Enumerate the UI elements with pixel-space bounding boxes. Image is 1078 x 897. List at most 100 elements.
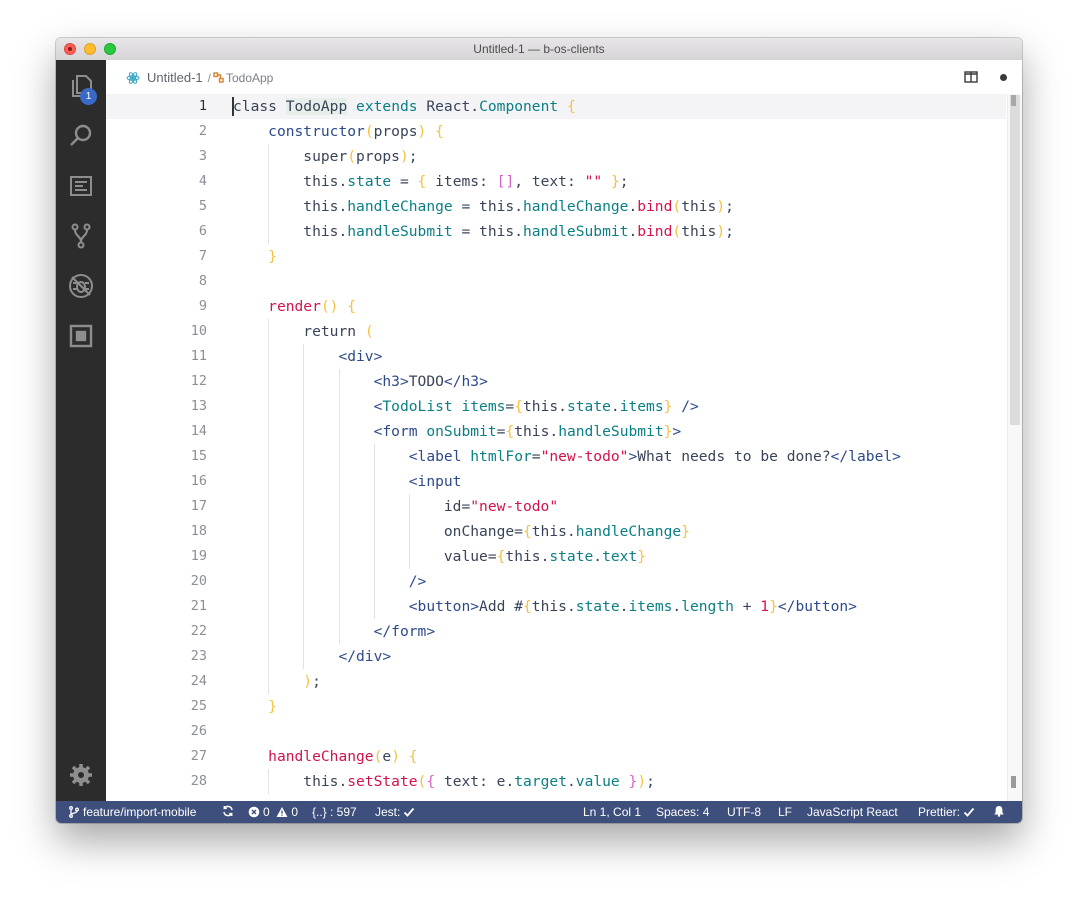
code-line[interactable]: 9 render() { <box>106 294 1006 319</box>
split-editor-icon[interactable] <box>964 71 978 83</box>
activity-search[interactable] <box>56 113 106 159</box>
activity-source-control[interactable] <box>56 213 106 259</box>
code-line[interactable]: 18 onChange={this.handleChange} <box>106 519 1006 544</box>
code-text: } <box>268 698 277 715</box>
line-number: 20 <box>190 573 207 589</box>
status-notifications[interactable] <box>993 805 1008 817</box>
code-line[interactable]: 25 } <box>106 694 1006 719</box>
code-line[interactable]: 8 <box>106 269 1006 294</box>
line-number: 11 <box>190 348 207 364</box>
error-count: 0 <box>263 805 270 819</box>
breadcrumb-file[interactable]: Untitled-1 <box>147 70 203 85</box>
code-line[interactable]: 6 this.handleSubmit = this.handleSubmit.… <box>106 219 1006 244</box>
scrollbar-thumb[interactable] <box>1010 95 1020 425</box>
line-number: 25 <box>190 698 207 714</box>
code-text: return ( <box>303 323 374 340</box>
code-line[interactable]: 23 </div> <box>106 644 1006 669</box>
code-line[interactable]: 11 <div> <box>106 344 1006 369</box>
title-bar: Untitled-1 — b-os-clients <box>56 38 1022 61</box>
class-symbol-icon <box>213 72 224 83</box>
code-text: } <box>268 248 277 265</box>
window-title: Untitled-1 — b-os-clients <box>473 42 605 56</box>
code-line[interactable]: 19 value={this.state.text} <box>106 544 1006 569</box>
code-text: ); <box>303 673 321 690</box>
line-number: 18 <box>190 523 207 539</box>
status-selection[interactable]: {..} : 597 <box>312 805 357 819</box>
code-line[interactable]: 27 handleChange(e) { <box>106 744 1006 769</box>
code-line[interactable]: 26 <box>106 719 1006 744</box>
editor-window: Untitled-1 — b-os-clients 1 Untitled-1 /… <box>56 38 1022 823</box>
breadcrumb-bar: Untitled-1 / TodoApp <box>106 60 1022 94</box>
code-line[interactable]: 5 this.handleChange = this.handleChange.… <box>106 194 1006 219</box>
activity-settings[interactable] <box>56 752 106 798</box>
status-branch[interactable]: feature/import-mobile <box>68 805 196 819</box>
code-text: class TodoApp extends React.Component { <box>233 98 576 115</box>
code-text: <label htmlFor="new-todo">What needs to … <box>408 448 901 465</box>
code-text: </div> <box>338 648 392 665</box>
vertical-scrollbar[interactable] <box>1007 94 1022 801</box>
status-encoding[interactable]: UTF-8 <box>727 805 761 819</box>
code-line[interactable]: 4 this.state = { items: [], text: "" }; <box>106 169 1006 194</box>
status-eol[interactable]: LF <box>778 805 792 819</box>
status-problems[interactable]: 0 0 <box>248 805 298 819</box>
activity-debug[interactable] <box>56 263 106 309</box>
code-text: constructor(props) { <box>268 123 444 140</box>
breadcrumb-symbol-label: TodoApp <box>225 70 274 85</box>
code-line[interactable]: 28 this.setState({ text: e.target.value … <box>106 769 1006 794</box>
overview-ruler-mark <box>1011 776 1016 788</box>
activity-bar: 1 <box>56 60 106 801</box>
line-number: 8 <box>198 273 207 289</box>
line-number: 17 <box>190 498 207 514</box>
code-text: this.state = { items: [], text: "" }; <box>303 173 629 190</box>
status-cursor-position[interactable]: Ln 1, Col 1 <box>583 805 641 819</box>
code-line[interactable]: 1 class TodoApp extends React.Component { <box>106 94 1006 119</box>
breadcrumb-symbol[interactable]: TodoApp <box>213 71 273 85</box>
code-line[interactable]: 15 <label htmlFor="new-todo">What needs … <box>106 444 1006 469</box>
line-number: 27 <box>190 748 207 764</box>
search-icon <box>70 124 92 146</box>
prettier-label: Prettier: <box>918 805 961 819</box>
status-jest[interactable]: Jest: <box>375 805 418 819</box>
status-bar: feature/import-mobile 0 0 {..} : 597 Jes… <box>56 801 1022 823</box>
code-text: /> <box>408 573 427 590</box>
sync-icon <box>223 805 233 817</box>
code-line[interactable]: 22 </form> <box>106 619 1006 644</box>
code-line[interactable]: 16 <input <box>106 469 1006 494</box>
line-number: 14 <box>190 423 207 439</box>
code-line[interactable]: 21 <button>Add #{this.state.items.length… <box>106 594 1006 619</box>
line-number: 4 <box>198 173 207 189</box>
status-indentation[interactable]: Spaces: 4 <box>656 805 709 819</box>
line-number: 26 <box>190 723 207 739</box>
code-text: <div> <box>338 348 383 365</box>
line-number: 19 <box>190 548 207 564</box>
git-branch-icon <box>69 806 79 818</box>
code-line[interactable]: 20 /> <box>106 569 1006 594</box>
activity-explorer[interactable]: 1 <box>56 63 106 109</box>
activity-extensions[interactable] <box>56 313 106 359</box>
gear-icon <box>70 764 92 786</box>
activity-outline[interactable] <box>56 163 106 209</box>
code-editor[interactable]: 1 class TodoApp extends React.Component {… <box>106 94 1022 801</box>
code-line[interactable]: 10 return ( <box>106 319 1006 344</box>
line-number: 24 <box>190 673 207 689</box>
unsaved-changes-dot[interactable] <box>1000 74 1007 81</box>
check-icon <box>404 807 415 817</box>
warning-icon <box>276 807 288 817</box>
bug-icon <box>69 274 93 298</box>
warning-count: 0 <box>291 805 299 819</box>
code-line[interactable]: 24 ); <box>106 669 1006 694</box>
status-sync[interactable] <box>222 805 237 817</box>
code-line[interactable]: 3 super(props); <box>106 144 1006 169</box>
code-text: value={this.state.text} <box>443 548 647 565</box>
code-line[interactable]: 12 <h3>TODO</h3> <box>106 369 1006 394</box>
code-line[interactable]: 7 } <box>106 244 1006 269</box>
git-branch-icon <box>71 223 91 249</box>
code-line[interactable]: 17 id="new-todo" <box>106 494 1006 519</box>
status-prettier[interactable]: Prettier: <box>918 805 978 819</box>
bell-icon <box>994 806 1004 817</box>
line-number: 10 <box>190 323 207 339</box>
code-line[interactable]: 2 constructor(props) { <box>106 119 1006 144</box>
status-language[interactable]: JavaScript React <box>807 805 898 819</box>
code-line[interactable]: 14 <form onSubmit={this.handleSubmit}> <box>106 419 1006 444</box>
code-line[interactable]: 13 <TodoList items={this.state.items} /> <box>106 394 1006 419</box>
